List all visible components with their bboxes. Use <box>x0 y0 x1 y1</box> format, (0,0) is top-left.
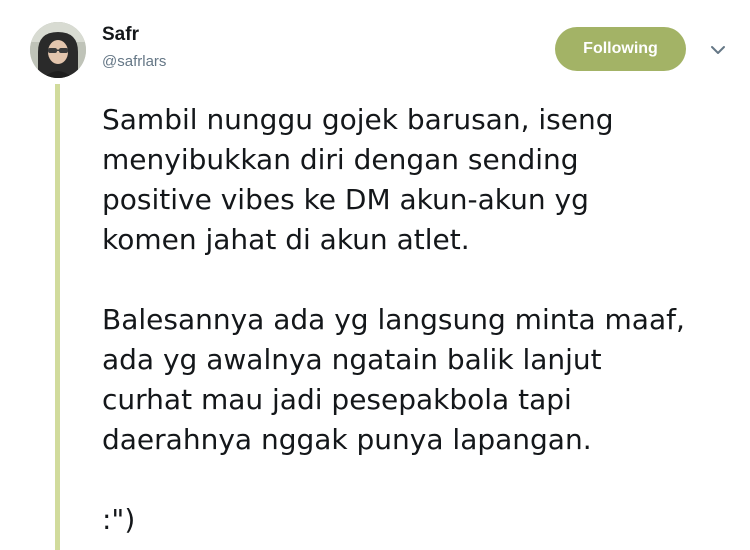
tweet-paragraph: Sambil nunggu gojek barusan, iseng menyi… <box>102 103 614 256</box>
display-name[interactable]: Safr <box>102 24 166 46</box>
chevron-down-icon <box>711 46 725 54</box>
tweet-paragraph: :") <box>102 503 136 536</box>
avatar-image <box>30 22 86 78</box>
more-options-button[interactable] <box>708 40 728 60</box>
tweet: Safr @safrlars Following Sambil nunggu g… <box>0 0 750 550</box>
following-button[interactable]: Following <box>555 27 686 71</box>
avatar[interactable] <box>30 22 86 78</box>
user-handle[interactable]: @safrlars <box>102 52 166 72</box>
thread-line <box>55 84 60 550</box>
tweet-text: Sambil nunggu gojek barusan, iseng menyi… <box>102 100 742 540</box>
tweet-paragraph: Balesannya ada yg langsung minta maaf, a… <box>102 303 685 456</box>
author-info[interactable]: Safr @safrlars <box>102 24 166 72</box>
